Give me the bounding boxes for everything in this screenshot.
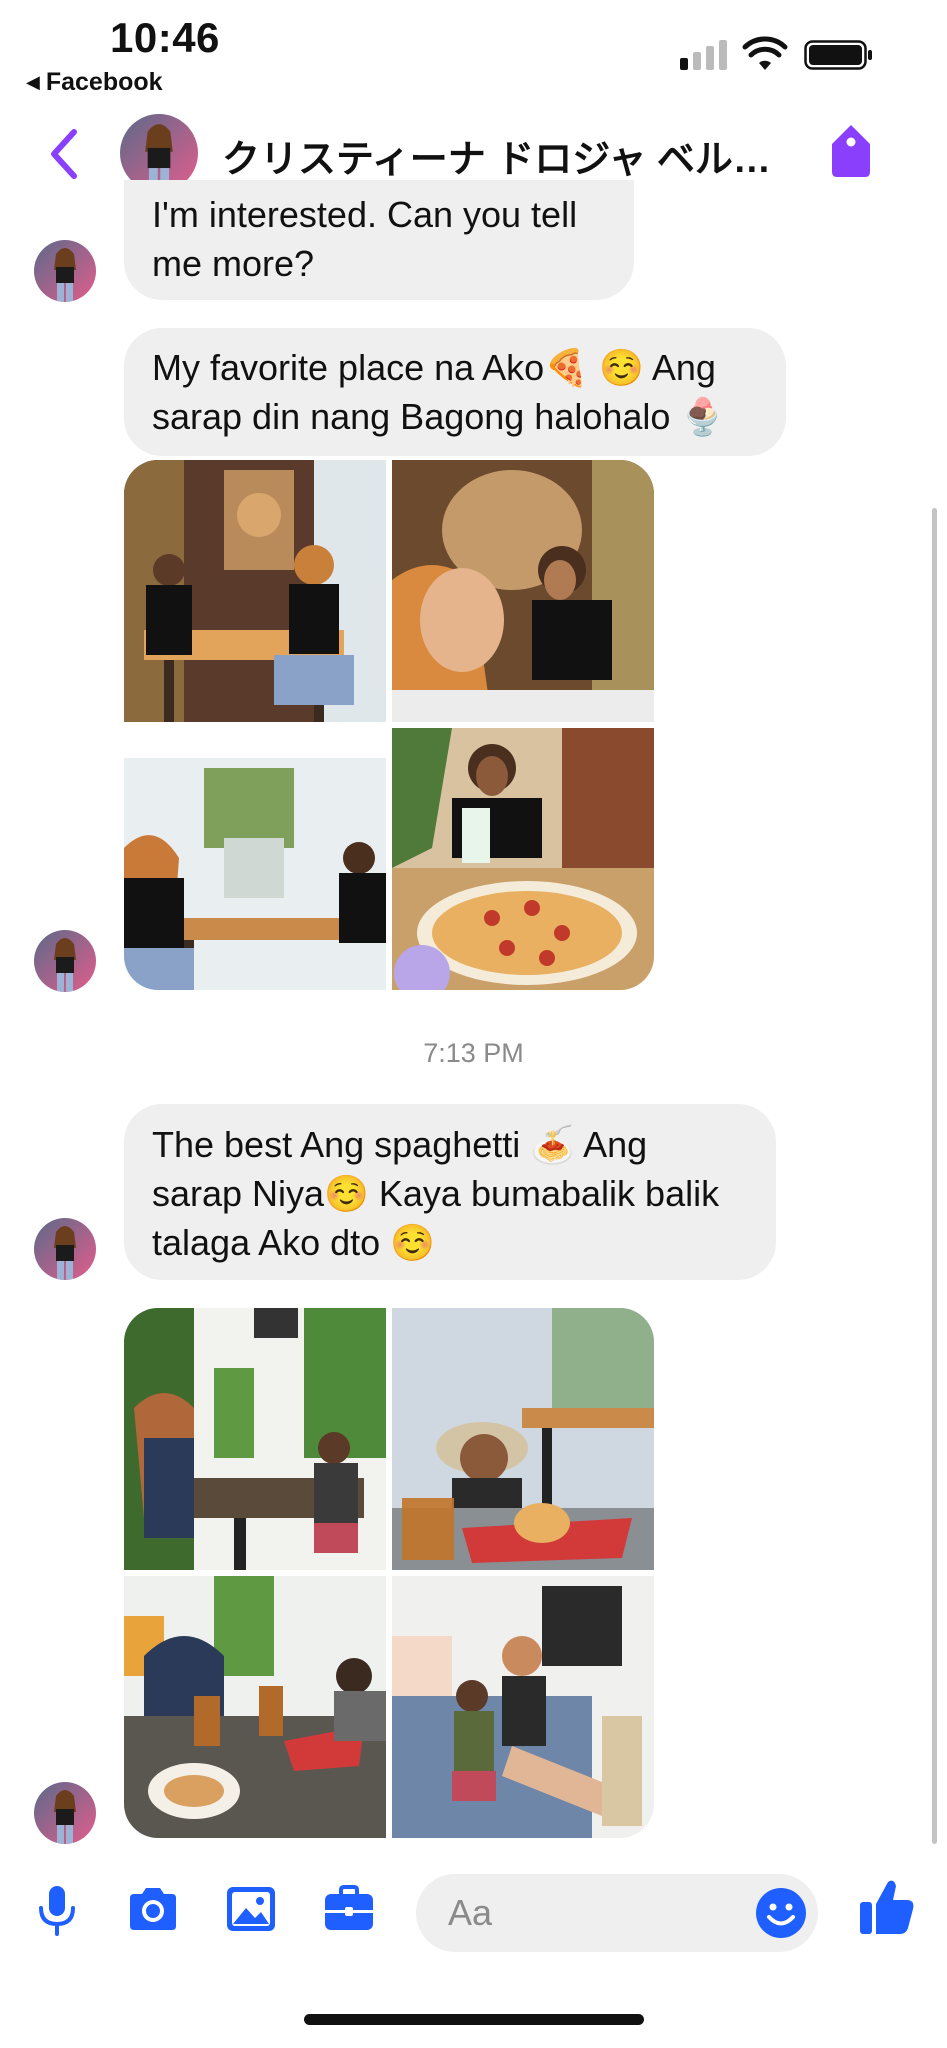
- tag-icon[interactable]: [826, 122, 876, 180]
- shared-photo[interactable]: [124, 1308, 386, 1570]
- status-time: 10:46: [110, 14, 220, 61]
- briefcase-icon[interactable]: [322, 1882, 376, 1936]
- shared-photo[interactable]: [392, 1576, 654, 1838]
- shared-photo[interactable]: [392, 460, 654, 722]
- message-line: me more?: [152, 243, 315, 284]
- shared-photo[interactable]: [124, 460, 386, 722]
- message-timestamp: 7:13 PM: [423, 1038, 524, 1068]
- shared-photo[interactable]: [392, 728, 654, 990]
- sender-avatar[interactable]: [34, 930, 96, 992]
- thumbs-up-icon[interactable]: [858, 1876, 916, 1938]
- wifi-icon: [742, 36, 788, 70]
- sender-avatar[interactable]: [34, 1218, 96, 1280]
- emoji-icon[interactable]: [754, 1886, 808, 1940]
- message-line: My favorite place na Ako🍕 ☺️ Ang: [152, 347, 716, 388]
- back-triangle-icon: ◀: [26, 72, 40, 92]
- image-icon[interactable]: [224, 1882, 278, 1936]
- shared-photo[interactable]: [124, 728, 386, 990]
- microphone-icon[interactable]: [30, 1882, 84, 1936]
- conversation-title[interactable]: クリスティーナ ドロジャ ベル…: [222, 128, 782, 183]
- battery-icon: [804, 40, 872, 70]
- photo-grid[interactable]: [124, 460, 654, 990]
- message-line: I'm interested. Can you tell: [152, 194, 578, 235]
- shared-photo[interactable]: [392, 1308, 654, 1570]
- message-bubble[interactable]: The best Ang spaghetti 🍝 Ang sarap Niya☺…: [124, 1104, 776, 1280]
- message-input-placeholder: Aa: [448, 1892, 493, 1933]
- back-to-app-link[interactable]: ◀ Facebook: [26, 68, 163, 97]
- back-chevron-icon[interactable]: [46, 126, 82, 182]
- message-line: sarap din nang Bagong halohalo 🍨: [152, 396, 726, 437]
- home-indicator: [304, 2014, 644, 2025]
- cellular-signal-icon: [680, 38, 727, 70]
- sender-avatar[interactable]: [34, 240, 96, 302]
- message-line: sarap Niya☺️ Kaya bumabalik balik: [152, 1173, 720, 1214]
- message-line: talaga Ako dto ☺️: [152, 1222, 436, 1263]
- sender-avatar[interactable]: [34, 1782, 96, 1844]
- shared-photo[interactable]: [124, 1576, 386, 1838]
- photo-grid[interactable]: [124, 1308, 654, 1838]
- camera-icon[interactable]: [126, 1882, 180, 1936]
- message-bubble[interactable]: I'm interested. Can you tell me more?: [124, 180, 634, 300]
- message-bubble[interactable]: My favorite place na Ako🍕 ☺️ Ang sarap d…: [124, 328, 786, 456]
- scrollbar[interactable]: [932, 508, 937, 1844]
- back-app-label: Facebook: [45, 68, 163, 96]
- message-line: The best Ang spaghetti 🍝 Ang: [152, 1124, 648, 1165]
